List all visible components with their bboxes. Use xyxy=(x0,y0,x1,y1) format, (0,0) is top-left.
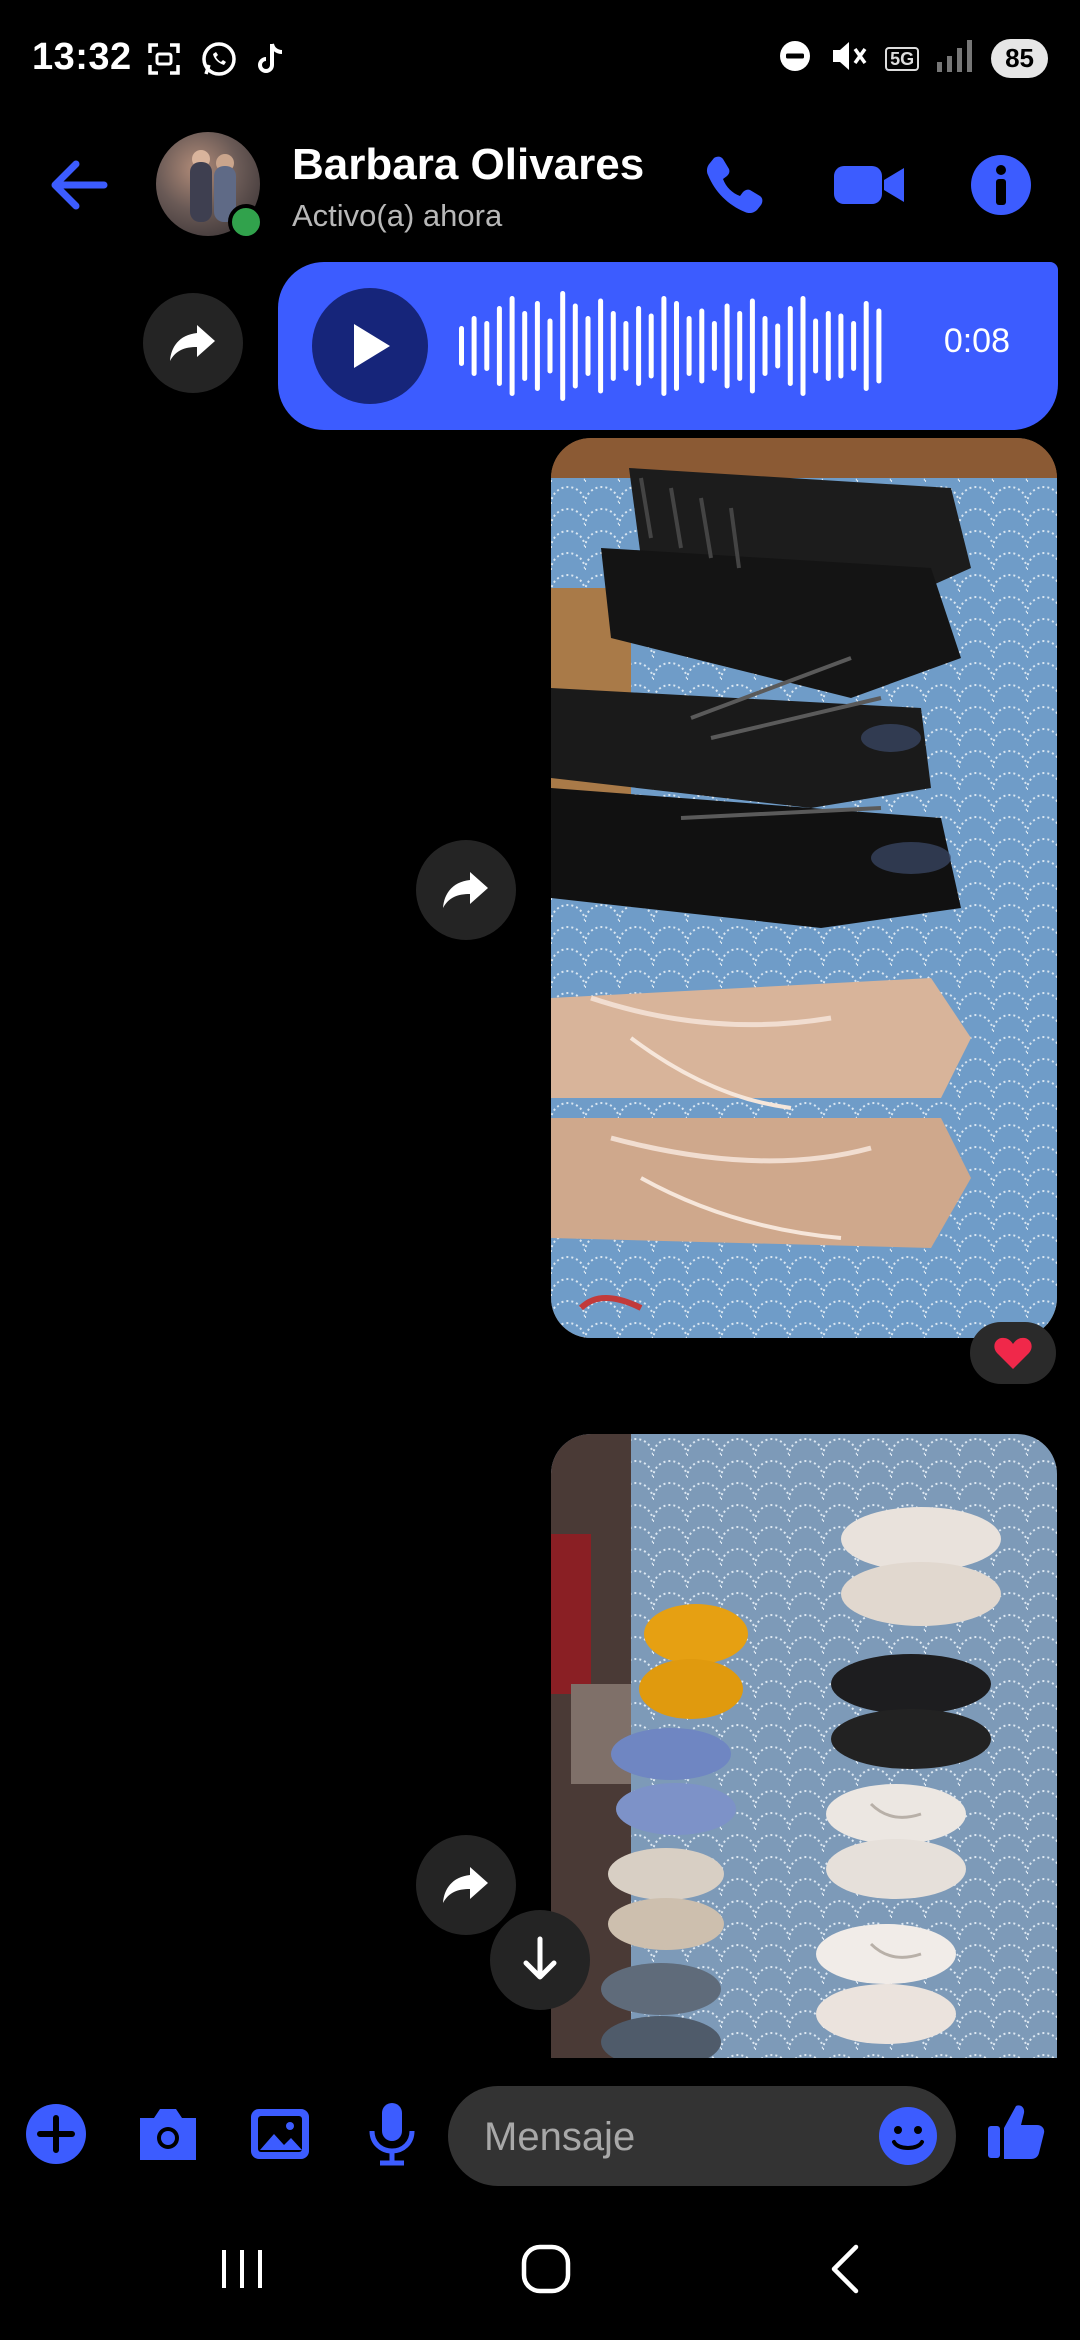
forward-button[interactable] xyxy=(416,840,516,940)
waveform-bar xyxy=(825,311,831,381)
waveform-bar xyxy=(813,318,819,374)
shoes-photo xyxy=(551,1434,1057,2058)
message-input[interactable] xyxy=(482,2086,846,2188)
forward-button[interactable] xyxy=(143,293,243,393)
status-time: 13:32 xyxy=(32,36,132,78)
waveform-bar xyxy=(534,301,540,391)
waveform-bar xyxy=(838,313,844,379)
waveform xyxy=(459,291,882,401)
gallery-icon xyxy=(251,2109,309,2159)
microphone-button[interactable] xyxy=(356,2098,428,2170)
waveform-bar xyxy=(661,296,667,396)
waveform-bar xyxy=(598,298,604,394)
scroll-to-bottom-button[interactable] xyxy=(490,1910,590,2010)
add-icon xyxy=(26,2104,86,2164)
waveform-bar xyxy=(674,301,679,391)
waveform-bar xyxy=(749,298,755,394)
waveform-bar xyxy=(585,316,591,376)
call-button[interactable] xyxy=(700,150,770,220)
share-arrow-icon xyxy=(443,1867,488,1903)
waveform-bar xyxy=(863,301,869,391)
camera-icon xyxy=(140,2109,196,2160)
waveform-bar xyxy=(496,306,502,386)
play-button[interactable] xyxy=(312,288,428,404)
contact-status: Activo(a) ahora xyxy=(292,198,503,233)
waveform-bar xyxy=(787,306,793,386)
photo-message[interactable] xyxy=(551,438,1057,1338)
dnd-icon xyxy=(777,38,813,79)
phone-icon xyxy=(706,156,763,214)
waveform-bar xyxy=(623,321,629,371)
thumbs-up-icon xyxy=(988,2105,1045,2159)
waveform-bar xyxy=(724,303,730,389)
tiktok-icon xyxy=(256,41,286,82)
waveform-bar xyxy=(610,311,616,381)
waveform-bar xyxy=(572,303,578,389)
share-arrow-icon xyxy=(170,325,215,361)
waveform-bar xyxy=(762,316,768,376)
microphone-icon xyxy=(369,2103,415,2166)
waveform-bar xyxy=(471,316,477,376)
home-button[interactable] xyxy=(496,2234,596,2304)
photo-message[interactable] xyxy=(551,1434,1057,2058)
waveform-bar xyxy=(800,296,806,396)
waveform-bar xyxy=(851,321,857,371)
status-right-icons: 5G 85 xyxy=(777,38,1048,79)
add-button[interactable] xyxy=(20,2098,92,2170)
online-indicator xyxy=(228,204,264,240)
recent-apps-button[interactable] xyxy=(192,2234,292,2304)
heart-reaction[interactable] xyxy=(970,1322,1056,1384)
back-button[interactable] xyxy=(44,150,114,220)
share-arrow-icon xyxy=(443,872,488,908)
network-5g-icon: 5G xyxy=(885,46,920,71)
info-button[interactable] xyxy=(966,150,1036,220)
waveform-bar xyxy=(737,311,743,381)
info-icon xyxy=(971,155,1031,215)
waveform-bar xyxy=(509,296,515,396)
shoes-photo xyxy=(551,438,1057,1338)
chevron-left-icon xyxy=(831,2244,859,2294)
waveform-bar xyxy=(876,308,882,384)
battery-icon: 85 xyxy=(991,39,1048,78)
message-input-container[interactable] xyxy=(448,2086,956,2188)
waveform-bar xyxy=(484,321,490,371)
camera-button[interactable] xyxy=(132,2098,204,2170)
recent-apps-icon xyxy=(222,2250,262,2288)
emoji-icon xyxy=(879,2107,937,2165)
mute-icon xyxy=(829,38,869,79)
waveform-bar xyxy=(459,326,464,366)
signal-icon xyxy=(935,38,975,79)
waveform-bar xyxy=(636,306,642,386)
waveform-bar xyxy=(699,308,705,384)
play-icon xyxy=(354,324,390,368)
waveform-bar xyxy=(560,291,566,401)
waveform-bar xyxy=(775,323,781,369)
like-button[interactable] xyxy=(976,2092,1056,2172)
waveform-bar xyxy=(711,321,717,371)
voice-duration: 0:08 xyxy=(943,322,1010,360)
emoji-button[interactable] xyxy=(876,2104,940,2168)
heart-icon xyxy=(994,1337,1032,1369)
arrow-left-icon xyxy=(51,160,108,210)
waveform-bar xyxy=(522,311,528,381)
waveform-bar xyxy=(686,316,692,376)
waveform-bar xyxy=(547,318,553,374)
home-icon xyxy=(521,2244,571,2294)
video-call-button[interactable] xyxy=(832,150,908,220)
voice-message[interactable]: 0:08 xyxy=(278,262,1058,430)
gallery-button[interactable] xyxy=(244,2098,316,2170)
arrow-down-icon xyxy=(523,1936,557,1980)
video-camera-icon xyxy=(834,166,904,204)
whatsapp-icon xyxy=(200,40,238,83)
screenshot-icon xyxy=(146,41,182,82)
status-left-icons xyxy=(146,40,286,83)
forward-button[interactable] xyxy=(416,1835,516,1935)
back-nav-button[interactable] xyxy=(798,2234,898,2304)
waveform-bar xyxy=(648,313,654,379)
contact-name[interactable]: Barbara Olivares xyxy=(292,140,644,190)
